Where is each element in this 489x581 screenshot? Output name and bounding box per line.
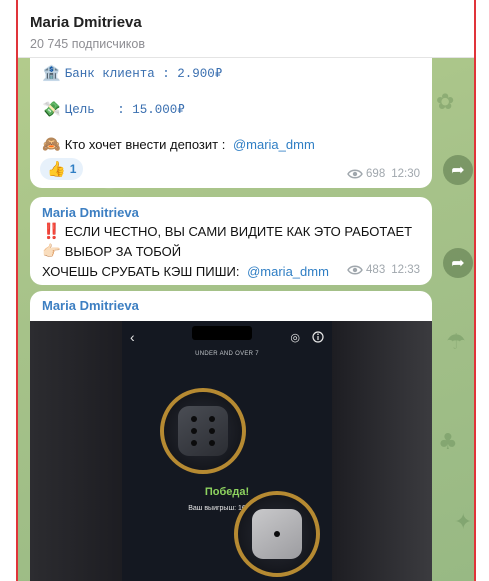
goal-line: 💸 Цель : 15.000₽ [42, 98, 420, 120]
goal-text: Цель : 15.000₽ [64, 103, 185, 117]
reaction-count: 1 [69, 162, 77, 176]
view-count: 483 [366, 264, 386, 276]
view-counter: 698 [347, 168, 385, 180]
message-meta: 698 12:30 [347, 168, 420, 180]
toolbar-actions: ◎ [290, 331, 324, 344]
dice-slot-bottom [234, 491, 320, 577]
username-link[interactable]: @maria_dmm [233, 137, 315, 152]
doodle-icon: ✿ [436, 90, 455, 115]
reaction-chip[interactable]: 👍 1 [40, 158, 84, 180]
game-screen: ‹ ◎ UNDER AND OVER 7 Победа! Ваш выигрыш… [122, 321, 332, 581]
money-icon: 💸 [42, 100, 61, 118]
message-bubble[interactable]: Maria Dmitrieva ‼️ ЕСЛИ ЧЕСТНО, ВЫ САМИ … [30, 197, 432, 285]
redacted-bar [192, 326, 252, 340]
view-count: 698 [366, 168, 386, 180]
doodle-icon: ♣ [438, 430, 458, 455]
message-meta: 483 12:33 [347, 264, 420, 276]
game-title: UNDER AND OVER 7 [195, 351, 259, 357]
sender-name[interactable]: Maria Dmitrieva [42, 205, 420, 220]
gamepad-icon[interactable]: ◎ [290, 331, 300, 344]
share-button[interactable]: ➦ [443, 248, 473, 278]
message-line: 👉🏻 ВЫБОР ЗА ТОБОЙ [42, 241, 420, 261]
die-six [178, 406, 228, 456]
win-label: Победа! [204, 486, 250, 498]
view-counter: 483 [347, 264, 385, 276]
channel-header[interactable]: Maria Dmitrieva 20 745 подписчиков [18, 0, 474, 58]
share-icon: ➦ [451, 162, 465, 179]
message-line: ‼️ ЕСЛИ ЧЕСТНО, ВЫ САМИ ВИДИТЕ КАК ЭТО Р… [42, 221, 420, 241]
message-text: ХОЧЕШЬ СРУБАТЬ КЭШ ПИШИ: [42, 263, 244, 279]
doodle-icon: ✦ [454, 510, 473, 535]
message-text: ЕСЛИ ЧЕСТНО, ВЫ САМИ ВИДИТЕ КАК ЭТО РАБО… [64, 223, 413, 239]
chevron-left-icon[interactable]: ‹ [130, 329, 135, 345]
message-time: 12:33 [391, 264, 420, 276]
subscriber-count: 20 745 подписчиков [30, 37, 146, 51]
eye-icon [347, 169, 363, 179]
channel-title: Maria Dmitrieva [30, 14, 142, 31]
game-toolbar: ‹ ◎ [122, 321, 332, 353]
deposit-line: 🙈 Кто хочет внести депозит : @maria_dmm [42, 134, 420, 154]
eye-icon [347, 265, 363, 275]
media-edge [332, 321, 432, 581]
media-edge [30, 321, 122, 581]
dice-slot-top [160, 388, 246, 474]
sender-name[interactable]: Maria Dmitrieva [30, 298, 432, 313]
message-bubble[interactable]: 🏦 Банк клиента : 2.900₽ 💸 Цель : 15.000₽… [30, 50, 432, 188]
pointing-hand-icon: 👉🏻 [42, 242, 61, 260]
message-text: ВЫБОР ЗА ТОБОЙ [64, 243, 182, 259]
bank-icon: 🏦 [42, 64, 61, 82]
media-screenshot[interactable]: ‹ ◎ UNDER AND OVER 7 Победа! Ваш выигрыш… [30, 321, 432, 581]
die-one [252, 509, 302, 559]
message-time: 12:30 [391, 168, 420, 180]
bank-line: 🏦 Банк клиента : 2.900₽ [42, 62, 420, 84]
info-icon[interactable] [312, 331, 324, 343]
double-exclamation-icon: ‼️ [42, 222, 61, 240]
share-button[interactable]: ➦ [443, 155, 473, 185]
share-icon: ➦ [451, 255, 465, 272]
doodle-icon: ☂ [446, 330, 466, 355]
bank-text: Банк клиента : 2.900₽ [64, 67, 223, 81]
message-bubble[interactable]: Maria Dmitrieva ‹ ◎ UNDER AND OVER 7 Поб… [30, 291, 432, 581]
username-link[interactable]: @maria_dmm [247, 264, 329, 279]
thumbs-up-icon: 👍 [47, 160, 66, 178]
telegram-window: ✿ ☂ ♣ ✦ Maria Dmitrieva 20 745 подписчик… [16, 0, 476, 581]
deposit-text: Кто хочет внести депозит : [64, 136, 229, 152]
monkey-icon: 🙈 [42, 135, 61, 153]
